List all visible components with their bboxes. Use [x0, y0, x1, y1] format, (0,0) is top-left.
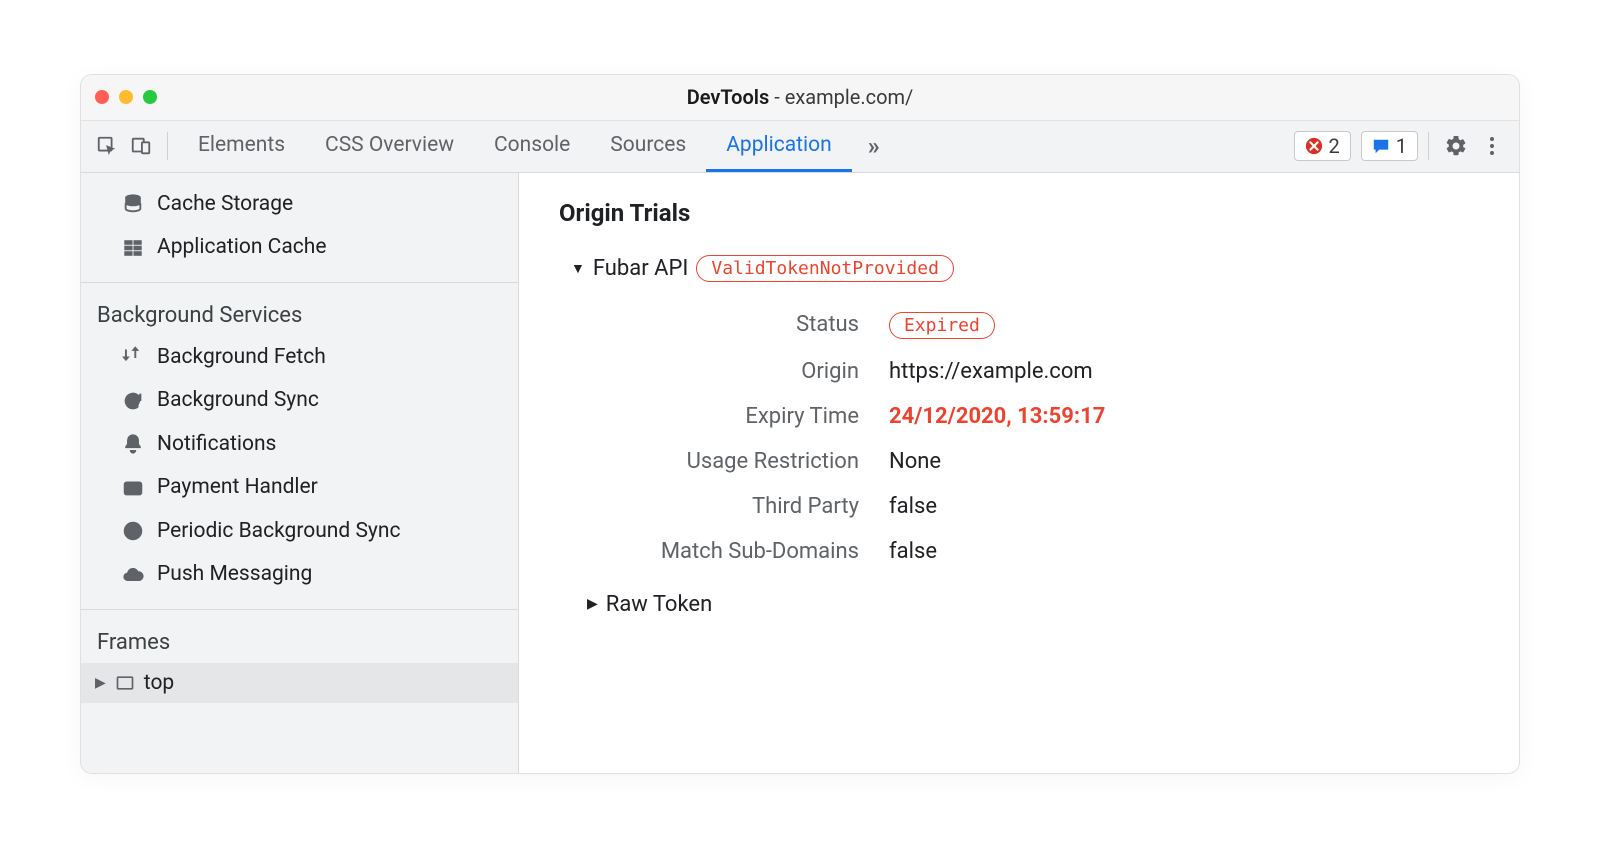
- page-title: Origin Trials: [559, 199, 1479, 227]
- sidebar-item-background-fetch[interactable]: Background Fetch: [81, 336, 518, 380]
- raw-token-label: Raw Token: [606, 592, 712, 617]
- field-label: Usage Restriction: [619, 449, 859, 474]
- field-value: 24/12/2020, 13:59:17: [889, 404, 1105, 429]
- trial-details: Status Expired Origin https://example.co…: [619, 302, 1479, 574]
- errors-badge[interactable]: 2: [1294, 131, 1351, 161]
- field-origin: Origin https://example.com: [619, 349, 1479, 394]
- kebab-icon: [1480, 134, 1504, 158]
- devtools-window: DevTools - example.com/ Elements CSS Ove…: [80, 74, 1520, 774]
- tab-application[interactable]: Application: [706, 121, 851, 172]
- sidebar-item-application-cache[interactable]: Application Cache: [81, 226, 518, 270]
- cloud-icon: [121, 563, 145, 587]
- tab-console[interactable]: Console: [474, 121, 590, 172]
- sidebar-item-push-messaging[interactable]: Push Messaging: [81, 553, 518, 597]
- window-title-target: - example.com/: [769, 85, 913, 109]
- status-badge: Expired: [889, 312, 995, 339]
- message-icon: [1372, 137, 1390, 155]
- transfer-icon: [121, 345, 145, 369]
- main-pane: Origin Trials ▼ Fubar API ValidTokenNotP…: [519, 173, 1519, 773]
- sidebar-item-label: Notifications: [157, 429, 276, 461]
- database-icon: [121, 192, 145, 216]
- sidebar-item-label: Payment Handler: [157, 472, 318, 504]
- sidebar-item-payment-handler[interactable]: Payment Handler: [81, 466, 518, 510]
- errors-count: 2: [1329, 134, 1340, 158]
- field-third-party: Third Party false: [619, 484, 1479, 529]
- field-status: Status Expired: [619, 302, 1479, 349]
- more-options-button[interactable]: [1475, 129, 1509, 163]
- toolbar-divider: [1428, 132, 1429, 160]
- sidebar-item-frame-top[interactable]: ▶ top: [81, 663, 518, 703]
- field-value: false: [889, 494, 937, 519]
- more-tabs-button[interactable]: »: [854, 132, 894, 160]
- tab-elements[interactable]: Elements: [178, 121, 305, 172]
- frame-icon: [114, 672, 136, 694]
- sidebar-header-frames: Frames: [81, 620, 518, 663]
- field-label: Third Party: [619, 494, 859, 519]
- sidebar-item-label: Application Cache: [157, 232, 326, 264]
- panel-tabs: Elements CSS Overview Console Sources Ap…: [178, 121, 852, 172]
- sidebar-header-background: Background Services: [81, 293, 518, 336]
- bell-icon: [121, 432, 145, 456]
- card-icon: [121, 476, 145, 500]
- sidebar-group-frames: Frames ▶ top: [81, 609, 518, 703]
- zoom-window-button[interactable]: [143, 90, 157, 104]
- inspect-icon[interactable]: [91, 130, 123, 162]
- field-label: Expiry Time: [619, 404, 859, 429]
- sidebar-item-periodic-sync[interactable]: Periodic Background Sync: [81, 510, 518, 554]
- body: Cache Storage Application Cache Backgrou…: [81, 173, 1519, 773]
- sidebar-group-cache: Cache Storage Application Cache: [81, 173, 518, 282]
- window-controls: [95, 90, 157, 104]
- grid-icon: [121, 236, 145, 260]
- sidebar-group-background: Background Services Background Fetch Bac…: [81, 282, 518, 609]
- sidebar-item-notifications[interactable]: Notifications: [81, 423, 518, 467]
- titlebar: DevTools - example.com/: [81, 75, 1519, 121]
- sidebar-item-label: Periodic Background Sync: [157, 516, 400, 548]
- sidebar-item-label: Background Sync: [157, 385, 319, 417]
- gear-icon: [1444, 134, 1468, 158]
- field-usage: Usage Restriction None: [619, 439, 1479, 484]
- field-subdomains: Match Sub-Domains false: [619, 529, 1479, 574]
- sidebar-item-cache-storage[interactable]: Cache Storage: [81, 183, 518, 227]
- disclosure-triangle-icon[interactable]: ▶: [95, 675, 106, 691]
- disclosure-triangle-icon[interactable]: ▶: [587, 596, 598, 612]
- device-toggle-icon[interactable]: [125, 130, 157, 162]
- messages-count: 1: [1396, 134, 1407, 158]
- frame-label: top: [144, 671, 174, 695]
- error-icon: [1305, 137, 1323, 155]
- field-label: Status: [619, 312, 859, 337]
- messages-badge[interactable]: 1: [1361, 131, 1418, 161]
- token-status-badge: ValidTokenNotProvided: [696, 255, 954, 282]
- application-sidebar: Cache Storage Application Cache Backgrou…: [81, 173, 519, 773]
- field-value: false: [889, 539, 937, 564]
- window-title-app: DevTools: [687, 85, 770, 109]
- close-window-button[interactable]: [95, 90, 109, 104]
- sync-icon: [121, 389, 145, 413]
- settings-button[interactable]: [1439, 129, 1473, 163]
- sidebar-item-label: Background Fetch: [157, 342, 326, 374]
- sidebar-item-background-sync[interactable]: Background Sync: [81, 379, 518, 423]
- minimize-window-button[interactable]: [119, 90, 133, 104]
- trial-name: Fubar API: [593, 256, 689, 281]
- window-title: DevTools - example.com/: [687, 85, 914, 109]
- chevrons-right-icon: »: [868, 132, 880, 160]
- field-value: None: [889, 449, 941, 474]
- toolbar-divider: [167, 132, 168, 160]
- field-label: Match Sub-Domains: [619, 539, 859, 564]
- field-label: Origin: [619, 359, 859, 384]
- toolbar: Elements CSS Overview Console Sources Ap…: [81, 121, 1519, 173]
- sidebar-item-label: Push Messaging: [157, 559, 312, 591]
- clock-icon: [121, 519, 145, 543]
- sidebar-item-label: Cache Storage: [157, 189, 293, 221]
- raw-token-row[interactable]: ▶ Raw Token: [587, 592, 1479, 617]
- trial-row[interactable]: ▼ Fubar API ValidTokenNotProvided: [571, 255, 1479, 282]
- field-expiry: Expiry Time 24/12/2020, 13:59:17: [619, 394, 1479, 439]
- field-value: https://example.com: [889, 359, 1093, 384]
- tab-sources[interactable]: Sources: [590, 121, 706, 172]
- disclosure-triangle-icon[interactable]: ▼: [571, 260, 585, 277]
- tab-css-overview[interactable]: CSS Overview: [305, 121, 474, 172]
